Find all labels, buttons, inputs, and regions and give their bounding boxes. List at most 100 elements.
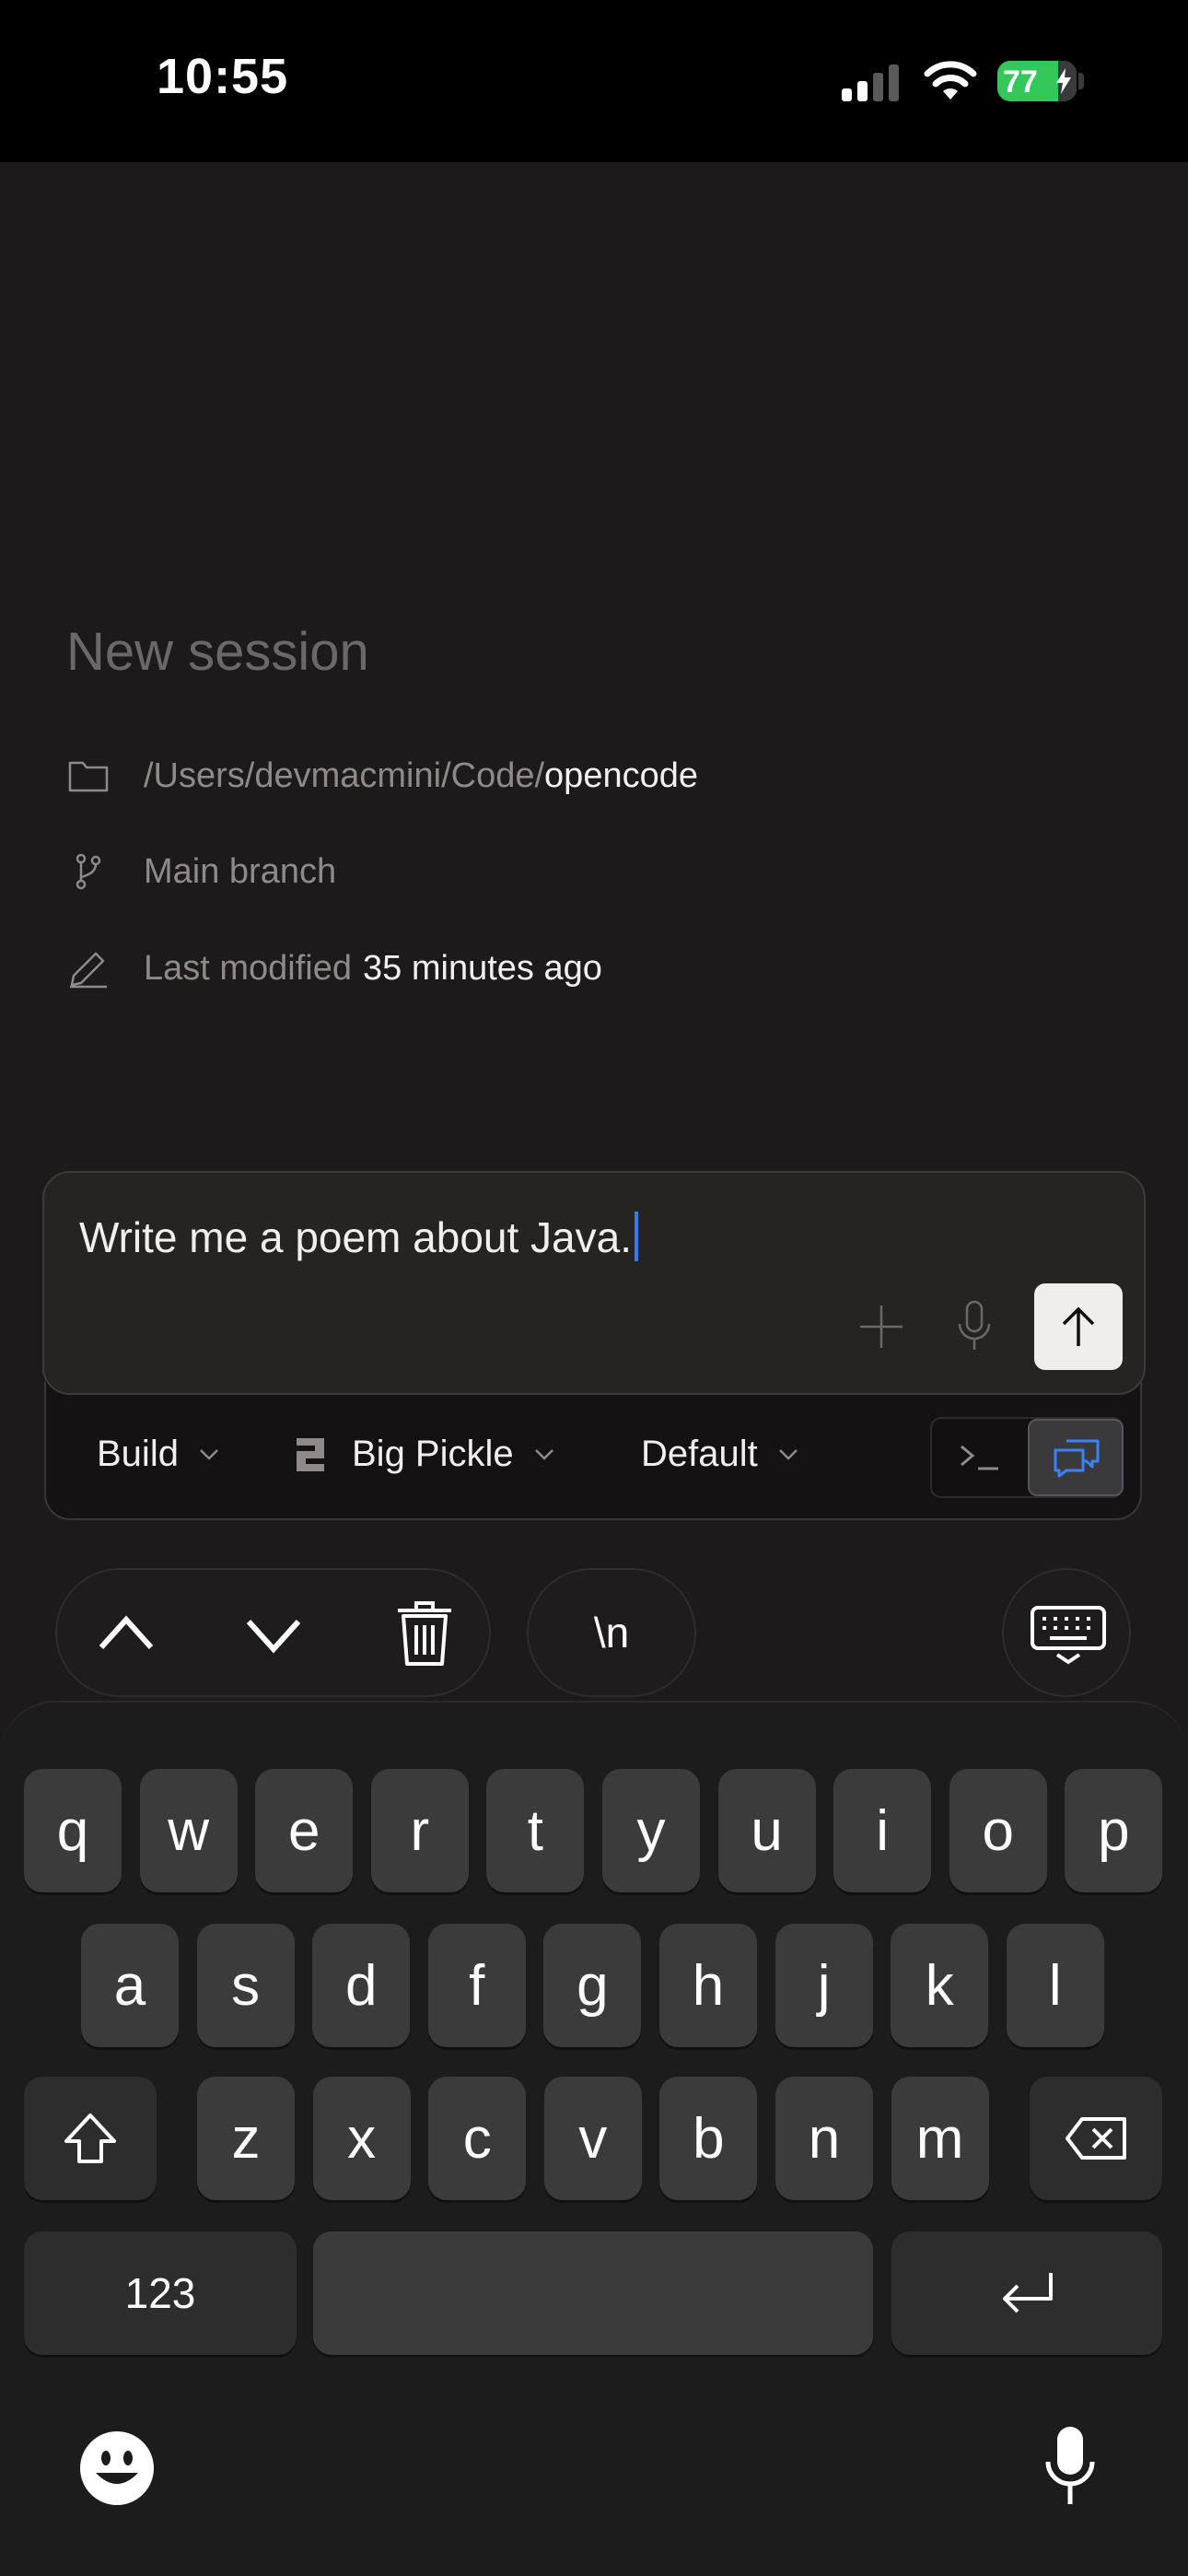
chevron-down-icon — [200, 1448, 218, 1460]
model-label: Big Pickle — [352, 1434, 514, 1474]
key-g[interactable]: g — [543, 1924, 642, 2047]
plus-icon[interactable] — [856, 1302, 906, 1352]
key-label: r — [410, 1798, 430, 1863]
wifi-icon — [924, 61, 977, 100]
key-label: u — [751, 1798, 783, 1863]
key-label: c — [462, 2106, 492, 2171]
return-key[interactable] — [891, 2231, 1162, 2355]
model-selector[interactable]: Big Pickle — [297, 1434, 554, 1475]
shift-icon — [64, 2113, 116, 2163]
key-o[interactable]: o — [949, 1769, 1047, 1892]
composer-input-text: Write me a poem about Java. — [79, 1213, 632, 1261]
key-label: m — [915, 2106, 964, 2171]
key-p[interactable]: p — [1065, 1769, 1163, 1892]
signal-icon — [842, 64, 899, 101]
key-label: t — [527, 1798, 543, 1863]
git-branch-icon — [76, 853, 101, 890]
key-u[interactable]: u — [717, 1769, 816, 1892]
variant-selector[interactable]: Default — [641, 1434, 798, 1475]
battery-indicator: 77 — [997, 61, 1077, 101]
keyboard-dismiss-icon — [1031, 1606, 1106, 1665]
dictation-microphone-icon[interactable] — [1044, 2425, 1096, 2508]
numbers-key-label: 123 — [124, 2269, 196, 2317]
key-label: o — [982, 1798, 1015, 1863]
key-label: e — [287, 1798, 320, 1863]
key-t[interactable]: t — [486, 1769, 585, 1892]
key-s[interactable]: s — [196, 1924, 295, 2047]
backspace-key[interactable] — [1030, 2077, 1162, 2200]
numbers-key[interactable]: 123 — [24, 2231, 297, 2355]
key-f[interactable]: f — [427, 1924, 526, 2047]
space-key[interactable] — [313, 2231, 873, 2355]
model-provider-icon — [297, 1437, 324, 1471]
path-prefix: /Users/devmacmini/Code/ — [144, 755, 545, 795]
microphone-icon[interactable] — [954, 1298, 995, 1355]
key-h[interactable]: h — [659, 1924, 757, 2047]
key-label: f — [469, 1953, 485, 2018]
key-label: z — [231, 2106, 261, 2171]
shift-key[interactable] — [24, 2077, 157, 2200]
composer-options-bar: Build Big Pickle Default — [44, 1382, 1142, 1520]
key-n[interactable]: n — [775, 2077, 873, 2200]
terminal-icon[interactable] — [958, 1439, 1002, 1476]
project-path-row: /Users/devmacmini/Code/ opencode — [66, 748, 698, 803]
chevron-down-icon[interactable] — [245, 1618, 302, 1655]
key-w[interactable]: w — [139, 1769, 238, 1892]
key-k[interactable]: k — [891, 1924, 989, 2047]
newline-button[interactable]: \n — [527, 1568, 696, 1697]
key-y[interactable]: y — [602, 1769, 700, 1892]
newline-label: \n — [593, 1609, 630, 1657]
key-label: q — [56, 1798, 89, 1863]
key-r[interactable]: r — [370, 1769, 469, 1892]
battery-level-text: 77 — [1003, 64, 1038, 100]
key-m[interactable]: m — [891, 2077, 989, 2200]
key-x[interactable]: x — [312, 2077, 411, 2200]
text-caret — [635, 1212, 638, 1261]
key-z[interactable]: z — [197, 2077, 295, 2200]
pencil-icon — [70, 952, 107, 989]
trash-icon[interactable] — [394, 1599, 455, 1668]
charging-bolt-icon — [1056, 68, 1071, 94]
on-screen-keyboard: q w e r t y u i o p a s d f g h j k l z x c v b n m 123 — [0, 1701, 1188, 2576]
key-a[interactable]: a — [81, 1924, 179, 2047]
modified-value: 35 minutes ago — [363, 948, 602, 988]
key-label: n — [808, 2106, 841, 2171]
agent-selector[interactable]: Build — [97, 1434, 219, 1475]
key-label: l — [1048, 1953, 1062, 2018]
key-label: p — [1098, 1798, 1130, 1863]
key-l[interactable]: l — [1006, 1924, 1104, 2047]
chat-icon — [1054, 1439, 1100, 1478]
key-label: a — [113, 1953, 146, 2018]
dismiss-keyboard-button[interactable] — [1002, 1568, 1131, 1697]
message-composer[interactable]: Write me a poem about Java. — [42, 1171, 1146, 1395]
branch-row: Main branch — [66, 844, 336, 899]
key-label: j — [817, 1953, 831, 2018]
key-q[interactable]: q — [24, 1769, 122, 1892]
key-v[interactable]: v — [543, 2077, 642, 2200]
key-e[interactable]: e — [255, 1769, 354, 1892]
key-c[interactable]: c — [428, 2077, 527, 2200]
key-label: v — [578, 2106, 608, 2171]
composer-input[interactable]: Write me a poem about Java. — [79, 1212, 638, 1262]
key-label: g — [577, 1953, 609, 2018]
key-i[interactable]: i — [833, 1769, 932, 1892]
modified-label: Last modified — [144, 948, 353, 988]
variant-label: Default — [641, 1434, 758, 1474]
folder-icon — [68, 761, 109, 792]
key-label: x — [347, 2106, 377, 2171]
key-b[interactable]: b — [659, 2077, 758, 2200]
chevron-up-icon[interactable] — [98, 1614, 155, 1651]
last-modified-row: Last modified 35 minutes ago — [66, 941, 602, 996]
emoji-icon[interactable] — [79, 2430, 155, 2506]
chat-mode-toggle[interactable] — [1028, 1419, 1124, 1496]
key-j[interactable]: j — [775, 1924, 873, 2047]
status-bar: 10:55 77 — [0, 0, 1188, 162]
path-name: opencode — [544, 755, 698, 795]
mode-toggle-group — [930, 1417, 1124, 1498]
send-button[interactable] — [1034, 1283, 1123, 1370]
key-label: s — [231, 1953, 261, 2018]
page-title: New session — [66, 622, 369, 682]
key-d[interactable]: d — [312, 1924, 411, 2047]
key-label: k — [925, 1953, 954, 2018]
clock: 10:55 — [157, 49, 289, 104]
